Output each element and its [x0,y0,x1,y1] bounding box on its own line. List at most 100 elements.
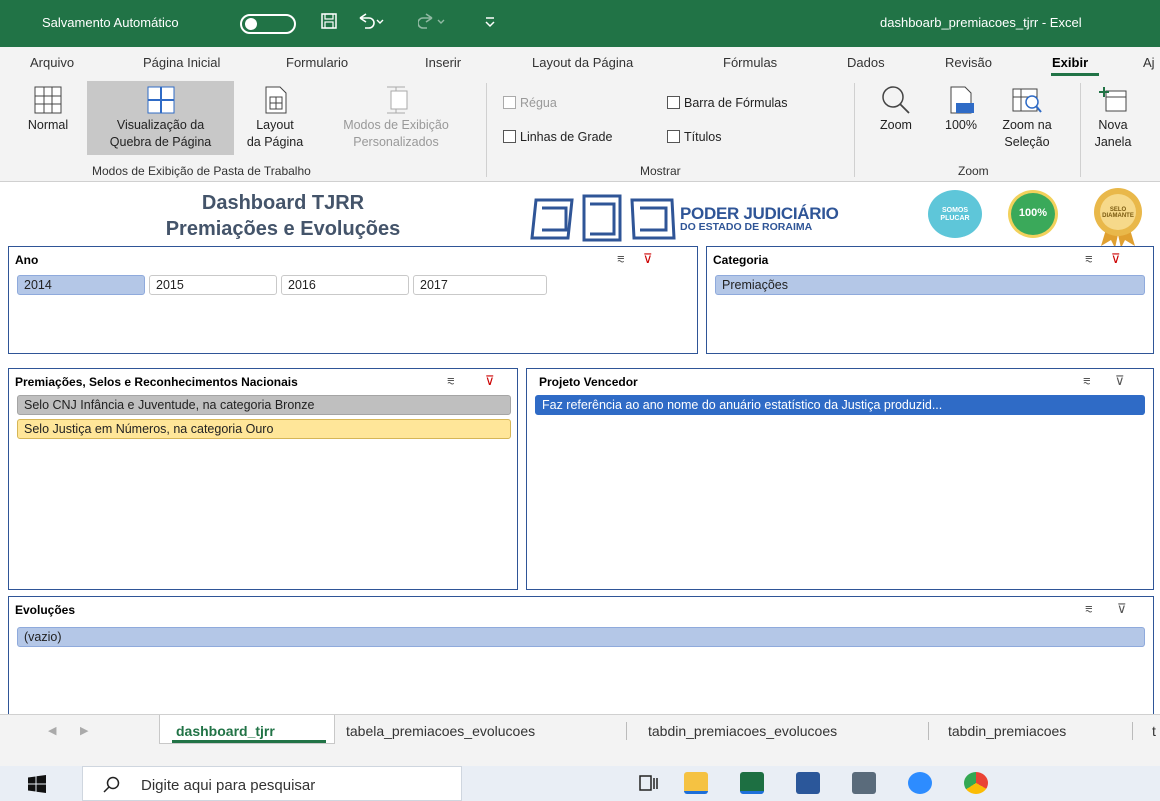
taskbar: Digite aqui para pesquisar [0,766,1160,801]
undo-icon[interactable] [356,12,386,35]
multi-select-icon[interactable]: ⩳ [1085,251,1093,267]
badge-100: 100% [1008,190,1058,238]
task-view-icon[interactable] [639,775,659,793]
badge-3-label: SELO DIAMANTE [1102,207,1134,219]
status-bar [0,744,1160,766]
new-window-label-2: Janela [1094,135,1132,149]
new-window-button[interactable]: Nova Janela [1088,81,1138,155]
tab-exibir[interactable]: Exibir [1052,55,1088,70]
multi-select-icon[interactable]: ⩳ [1085,601,1093,617]
sheet-tab-tabela-premiacoes-evolucoes[interactable]: tabela_premiacoes_evolucoes [346,723,535,739]
normal-view-label: Normal [27,118,69,132]
zoom-selection-label-1: Zoom na [1002,118,1052,132]
magnifier-icon [882,86,910,114]
badge-somos-plucar: SOMOS PLUCAR [928,190,982,238]
save-icon[interactable] [320,12,338,35]
active-tab-indicator [1051,73,1099,76]
taskbar-search-box[interactable]: Digite aqui para pesquisar [82,766,462,801]
ribbon-tabs: Arquivo Página Inicial Formulario Inseri… [0,47,1160,77]
page-layout-label-1: Layout [256,118,294,132]
scroll-right-icon[interactable]: ▶ [80,724,88,737]
word-icon[interactable] [796,772,820,794]
chrome-icon[interactable] [964,772,988,794]
slicer-premiacoes-selos: Premiações, Selos e Reconhecimentos Naci… [8,368,518,590]
tab-revisao[interactable]: Revisão [945,55,992,70]
sheet-tab-more[interactable]: t [1152,723,1156,739]
file-explorer-icon[interactable] [684,772,708,794]
page-break-icon [147,86,174,114]
tab-formulario[interactable]: Formulario [286,55,348,70]
slicer-item-selo-cnj[interactable]: Selo CNJ Infância e Juventude, na catego… [17,395,511,415]
slicer-item-projeto[interactable]: Faz referência ao ano nome do anuário es… [535,395,1145,415]
redo-icon[interactable] [417,12,448,35]
zoom-button[interactable]: Zoom [868,81,924,155]
slicer-item-vazio[interactable]: (vazio) [17,627,1145,647]
page-break-label-1: Visualização da [116,118,205,132]
custom-views-icon [387,86,408,114]
ribbon: Normal Visualização da Quebra de Página … [0,77,1160,182]
multi-select-icon[interactable]: ⩳ [617,251,625,267]
slicer-item-2017[interactable]: 2017 [413,275,547,295]
custom-views-label-1: Modos de Exibição [343,118,449,132]
slicer-item-2015[interactable]: 2015 [149,275,277,295]
group-label-show: Mostrar [640,164,681,178]
tab-inserir[interactable]: Inserir [425,55,461,70]
windows-start-icon[interactable] [28,775,46,793]
sheet-tab-dashboard-tjrr[interactable]: dashboard_tjrr [176,723,275,739]
clear-filter-icon[interactable]: ⊽ [643,251,653,267]
multi-select-icon[interactable]: ⩳ [447,373,455,389]
sheet-tab-tabdin-premiacoes-evolucoes[interactable]: tabdin_premiacoes_evolucoes [648,723,837,739]
slicer-evolucoes: Evoluções ⩳ ⊽ (vazio) [8,596,1154,714]
autosave-label: Salvamento Automático [42,15,179,30]
autosave-toggle[interactable] [240,14,296,34]
ribbon-separator [854,83,855,177]
clear-filter-icon[interactable]: ⊽ [1117,601,1127,617]
page-break-view-button[interactable]: Visualização da Quebra de Página [87,81,234,155]
headings-label: Títulos [684,130,722,144]
slicer-categoria-title: Categoria [713,253,769,267]
tab-pagina-inicial[interactable]: Página Inicial [143,55,220,70]
dashboard-title-line-2: Premiações e Evoluções [165,218,401,240]
badge-1-label: SOMOS PLUCAR [940,207,970,222]
scroll-left-icon[interactable]: ◀ [48,724,56,737]
multi-select-icon[interactable]: ⩳ [1083,373,1091,389]
clear-filter-icon[interactable]: ⊽ [485,373,495,389]
headings-checkbox[interactable]: Títulos [667,130,722,144]
tab-layout-da-pagina[interactable]: Layout da Página [532,55,633,70]
dashboard-title: Dashboard TJRR Premiações e Evoluções [118,190,448,242]
clear-filter-icon[interactable]: ⊽ [1111,251,1121,267]
zoom-100-button[interactable]: 100% [936,81,986,155]
calculator-icon[interactable] [852,772,876,794]
slicer-item-premiacoes[interactable]: Premiações [715,275,1145,295]
slicer-item-2014[interactable]: 2014 [17,275,145,295]
ruler-label: Régua [520,96,557,110]
zoom-selection-button[interactable]: Zoom na Seleção [992,81,1062,155]
gridlines-checkbox[interactable]: Linhas de Grade [503,130,612,144]
slicer-item-2016[interactable]: 2016 [281,275,409,295]
tab-ajuda[interactable]: Aj [1143,55,1155,70]
zoom-app-icon[interactable] [908,772,932,794]
excel-icon[interactable] [740,772,764,794]
custom-views-button[interactable]: Modos de Exibição Personalizados [316,81,476,155]
tab-arquivo[interactable]: Arquivo [30,55,74,70]
tab-dados[interactable]: Dados [847,55,885,70]
normal-view-button[interactable]: Normal [18,81,78,155]
clear-filter-icon[interactable]: ⊽ [1115,373,1125,389]
customize-toolbar-icon[interactable] [484,12,496,35]
badge-selo: SELO DIAMANTE [1087,186,1149,248]
slicer-ano-title: Ano [15,253,39,267]
formula-bar-checkbox[interactable]: Barra de Fórmulas [667,96,788,110]
columns-icon [530,194,676,242]
ribbon-separator [486,83,487,177]
zoom-label: Zoom [880,118,912,132]
slicer-item-selo-justica[interactable]: Selo Justiça em Números, na categoria Ou… [17,419,511,439]
search-placeholder: Digite aqui para pesquisar [141,777,316,794]
slicer-projeto-vencedor: Projeto Vencedor ⩳ ⊽ Faz referência ao a… [526,368,1154,590]
sheet-tab-tabdin-premiacoes[interactable]: tabdin_premiacoes [948,723,1066,739]
tab-formulas[interactable]: Fórmulas [723,55,777,70]
page-layout-view-button[interactable]: Layout da Página [236,81,314,155]
grid-icon [34,86,62,114]
badge-2-label: 100% [1018,207,1048,219]
ruler-checkbox[interactable]: Régua [503,96,557,110]
slicer-ano: Ano ⩳ ⊽ 2014 2015 2016 2017 [8,246,698,354]
